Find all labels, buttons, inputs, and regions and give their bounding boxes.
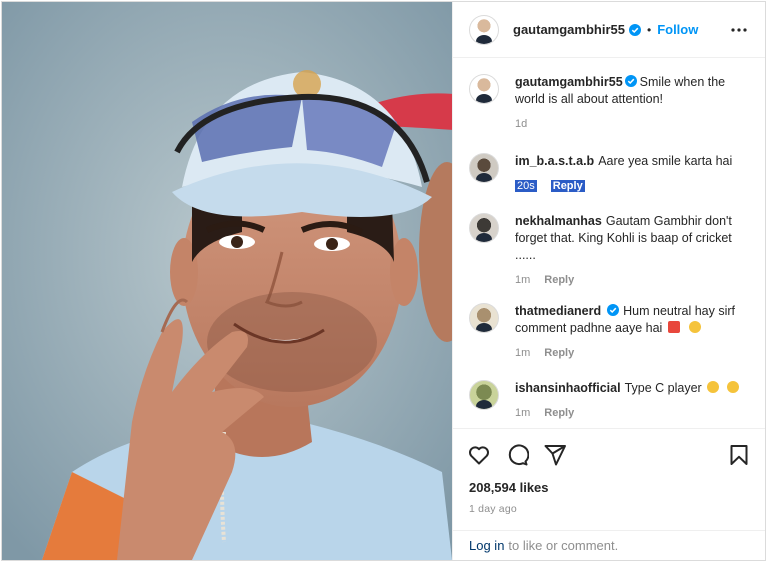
- post-actions: [453, 428, 765, 480]
- comment-username[interactable]: ishansinhaofficial: [515, 381, 621, 395]
- author-username[interactable]: gautamgambhir55: [513, 22, 625, 37]
- commenter-avatar[interactable]: [469, 213, 499, 243]
- post-header: gautamgambhir55 • Follow: [453, 2, 765, 58]
- reply-button[interactable]: Reply: [550, 180, 585, 192]
- flushed-emoji-icon: [726, 381, 739, 393]
- likes-count[interactable]: 208,594 likes: [453, 480, 765, 500]
- comment: nekhalmanhas Gautam Gambhir don't forget …: [469, 213, 751, 289]
- login-link[interactable]: Log in: [469, 538, 504, 553]
- author-avatar[interactable]: [469, 74, 499, 104]
- verified-badge-icon: [624, 75, 637, 87]
- comment-age: 20s: [515, 180, 537, 192]
- comment: im_b.a.s.t.a.b Aare yea smile karta hai 2…: [469, 153, 751, 195]
- reply-button[interactable]: Reply: [544, 274, 574, 286]
- comments-list[interactable]: gautamgambhir55 Smile when the world is a…: [453, 58, 765, 428]
- comment: ishansinhaofficial Type C player 1m Reply: [469, 380, 751, 422]
- comment-age: 1m: [515, 347, 531, 359]
- flushed-emoji-icon: [707, 381, 720, 393]
- reply-button[interactable]: Reply: [544, 407, 574, 419]
- popcorn-emoji-icon: [667, 321, 680, 333]
- comment-text: Aare yea smile karta hai: [598, 154, 733, 168]
- comment-icon[interactable]: [505, 443, 529, 467]
- commenter-avatar[interactable]: [469, 380, 499, 410]
- post-modal: gautamgambhir55 • Follow gautamgambhir55…: [1, 1, 766, 561]
- login-prompt-text: to like or comment.: [508, 538, 619, 553]
- caption: gautamgambhir55 Smile when the world is a…: [469, 74, 751, 133]
- caption-username[interactable]: gautamgambhir55: [515, 75, 623, 89]
- sunglasses-emoji-icon: [689, 321, 702, 333]
- comment-age: 1m: [515, 274, 531, 286]
- comment-username[interactable]: thatmedianerd: [515, 304, 601, 318]
- post-timestamp: 1 day ago: [469, 503, 517, 515]
- bookmark-icon[interactable]: [727, 443, 751, 467]
- more-options-button[interactable]: [727, 18, 751, 42]
- commenter-avatar[interactable]: [469, 303, 499, 333]
- comment-username[interactable]: im_b.a.s.t.a.b: [515, 154, 594, 168]
- commenter-avatar[interactable]: [469, 153, 499, 183]
- follow-button[interactable]: Follow: [657, 22, 698, 37]
- comment-text: Type C player: [624, 381, 702, 395]
- comment-age: 1m: [515, 407, 531, 419]
- reply-button[interactable]: Reply: [544, 347, 574, 359]
- caption-age: 1d: [515, 118, 528, 130]
- verified-badge-icon: [607, 304, 620, 316]
- login-prompt: Log in to like or comment.: [453, 530, 765, 560]
- paper-plane-icon[interactable]: [543, 443, 567, 467]
- separator-dot: •: [646, 22, 652, 37]
- heart-icon[interactable]: [467, 443, 491, 467]
- comment-username[interactable]: nekhalmanhas: [515, 214, 602, 228]
- post-sidebar: gautamgambhir55 • Follow gautamgambhir55…: [452, 2, 765, 560]
- comment: thatmedianerd Hum neutral hay sirf commen…: [469, 303, 751, 362]
- post-photo: [2, 2, 452, 560]
- more-dots-icon: [731, 27, 747, 32]
- verified-badge-icon: [628, 23, 641, 36]
- author-avatar[interactable]: [469, 14, 499, 45]
- post-image[interactable]: [2, 2, 452, 560]
